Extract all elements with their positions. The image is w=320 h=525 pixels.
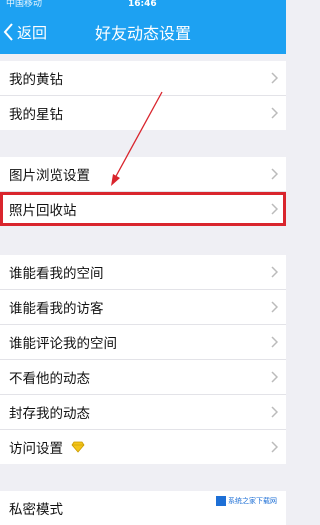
list-item-access-settings[interactable]: 访问设置 xyxy=(0,430,286,464)
list-item-hide-their-feed[interactable]: 不看他的动态 xyxy=(0,360,286,395)
list-item-label: 封存我的动态 xyxy=(9,406,90,422)
chevron-right-icon xyxy=(271,371,278,383)
chevron-right-icon xyxy=(271,266,278,278)
list-item-label: 我的星钻 xyxy=(9,107,63,123)
watermark-text: 系统之家下载网 xyxy=(228,497,277,505)
chevron-right-icon xyxy=(271,336,278,348)
clock: 16:46 xyxy=(128,0,157,9)
list-item-image-browse-settings[interactable]: 图片浏览设置 xyxy=(0,157,286,192)
carrier-label: 中国移动 xyxy=(6,0,43,9)
list-item-label: 访问设置 xyxy=(9,441,63,457)
nav-bar: 返回 好友动态设置 xyxy=(0,10,286,54)
page-title: 好友动态设置 xyxy=(94,24,191,43)
list-group-photos: 图片浏览设置 照片回收站 xyxy=(0,157,286,226)
chevron-right-icon xyxy=(271,301,278,313)
list-group-privacy: 谁能看我的空间 谁能看我的访客 谁能评论我的空间 不看他的动态 封存我的动态 访… xyxy=(0,255,286,464)
chevron-right-icon xyxy=(271,406,278,418)
status-bar: 中国移动 16:46 xyxy=(0,0,286,10)
list-item-yellow-diamond[interactable]: 我的黄钻 xyxy=(0,61,286,96)
chevron-right-icon xyxy=(271,441,278,453)
chevron-right-icon xyxy=(271,107,278,119)
list-item-who-can-comment[interactable]: 谁能评论我的空间 xyxy=(0,325,286,360)
list-item-label: 图片浏览设置 xyxy=(9,168,90,184)
gold-diamond-icon xyxy=(71,441,85,453)
list-group-vip: 我的黄钻 我的星钻 xyxy=(0,61,286,130)
list-item-archive-my-feed[interactable]: 封存我的动态 xyxy=(0,395,286,430)
list-item-photo-recycle-bin[interactable]: 照片回收站 xyxy=(0,192,286,226)
list-item-label: 谁能看我的访客 xyxy=(9,301,104,317)
list-item-label: 不看他的动态 xyxy=(9,371,90,387)
watermark: 系统之家下载网 xyxy=(213,495,280,507)
list-item-label: 照片回收站 xyxy=(9,203,77,219)
list-item-who-can-view-visitors[interactable]: 谁能看我的访客 xyxy=(0,290,286,325)
chevron-right-icon xyxy=(271,168,278,180)
chevron-right-icon xyxy=(271,203,278,215)
list-item-label: 私密模式 xyxy=(9,502,63,518)
list-item-who-can-view-space[interactable]: 谁能看我的空间 xyxy=(0,255,286,290)
list-item-label: 谁能看我的空间 xyxy=(9,266,104,282)
list-item-star-diamond[interactable]: 我的星钻 xyxy=(0,96,286,130)
list-item-label: 谁能评论我的空间 xyxy=(9,336,117,352)
list-item-label: 我的黄钻 xyxy=(9,72,63,88)
watermark-logo-icon xyxy=(216,496,226,506)
chevron-right-icon xyxy=(271,72,278,84)
